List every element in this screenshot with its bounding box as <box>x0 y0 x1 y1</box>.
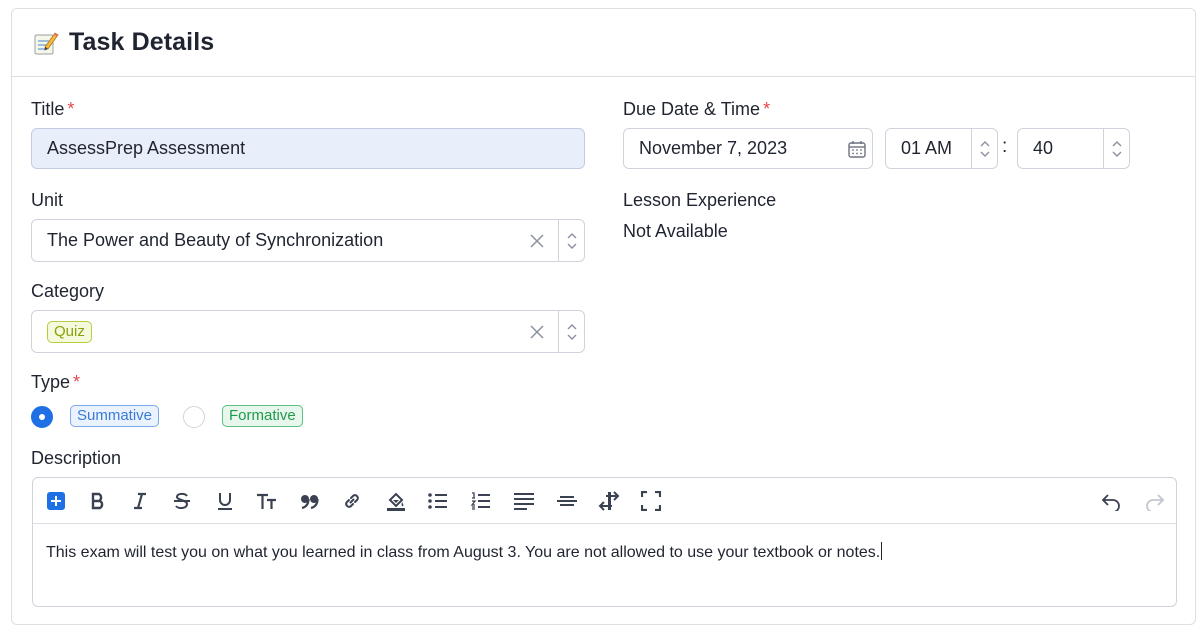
type-tag-summative[interactable]: Summative <box>70 405 160 427</box>
memo-icon <box>33 30 59 56</box>
time-separator: : <box>1002 136 1008 157</box>
insert-icon[interactable] <box>44 489 68 513</box>
fullscreen-icon[interactable] <box>639 489 663 513</box>
radio-summative[interactable] <box>31 406 53 428</box>
radio-formative[interactable] <box>183 406 205 428</box>
clear-unit-icon[interactable] <box>524 228 550 254</box>
hour-select[interactable]: 01 AM <box>885 128 998 169</box>
lesson-experience-label: Lesson Experience <box>623 190 777 210</box>
hour-value: 01 AM <box>901 138 953 158</box>
unit-value: The Power and Beauty of Synchronization <box>47 230 384 250</box>
text-size-icon[interactable] <box>255 489 279 513</box>
quote-icon[interactable] <box>298 489 322 513</box>
title-label: Title * <box>31 99 75 119</box>
description-label: Description <box>31 448 122 468</box>
card-header: Task Details <box>12 9 1195 77</box>
text-cursor <box>881 542 883 560</box>
chevron-up-icon <box>567 323 576 329</box>
due-date-label: Due Date & Time * <box>623 99 771 119</box>
clear-category-icon[interactable] <box>524 319 550 345</box>
due-date-input[interactable]: November 7, 2023 <box>623 128 873 169</box>
bullet-list-icon[interactable] <box>426 489 450 513</box>
required-mark: * <box>67 99 75 119</box>
editor-content[interactable]: This exam will test you on what you lear… <box>33 524 1176 580</box>
bold-icon[interactable] <box>86 489 110 513</box>
required-mark: * <box>763 99 771 119</box>
unit-stepper[interactable] <box>558 220 584 261</box>
chevron-down-icon <box>567 334 576 340</box>
type-label: Type * <box>31 372 81 392</box>
horizontal-rule-icon[interactable] <box>555 489 579 513</box>
minute-select[interactable]: 40 <box>1017 128 1130 169</box>
task-details-card: Task Details Title * AssessPrep Assessmen… <box>11 8 1196 625</box>
link-icon[interactable] <box>340 489 364 513</box>
strikethrough-icon[interactable] <box>170 489 194 513</box>
category-label: Category <box>31 281 105 301</box>
description-editor[interactable]: This exam will test you on what you lear… <box>32 477 1177 607</box>
unit-select[interactable]: The Power and Beauty of Synchronization <box>31 219 585 262</box>
category-tag-quiz: Quiz <box>47 320 92 343</box>
chevron-down-icon <box>1112 151 1121 157</box>
chevron-up-icon <box>980 140 989 146</box>
category-select[interactable]: Quiz <box>31 310 585 353</box>
undo-icon[interactable] <box>1099 489 1123 513</box>
direction-icon[interactable] <box>597 489 621 513</box>
calendar-icon[interactable] <box>847 139 867 159</box>
unit-label: Unit <box>31 190 64 210</box>
title-value: AssessPrep Assessment <box>47 138 246 158</box>
numbered-list-icon[interactable] <box>469 489 493 513</box>
chevron-down-icon <box>567 243 576 249</box>
editor-toolbar <box>33 478 1176 524</box>
italic-icon[interactable] <box>128 489 152 513</box>
chevron-up-icon <box>567 232 576 238</box>
align-icon[interactable] <box>512 489 536 513</box>
lesson-experience-value: Not Available <box>623 221 728 241</box>
redo-icon[interactable] <box>1143 489 1167 513</box>
chevron-up-icon <box>1112 140 1121 146</box>
due-date-value: November 7, 2023 <box>639 138 788 158</box>
title-input[interactable]: AssessPrep Assessment <box>31 128 585 169</box>
minute-stepper[interactable] <box>1103 129 1129 168</box>
minute-value: 40 <box>1033 138 1054 158</box>
category-stepper[interactable] <box>558 311 584 352</box>
hour-stepper[interactable] <box>971 129 997 168</box>
required-mark: * <box>73 372 81 392</box>
description-text: This exam will test you on what you lear… <box>46 544 881 561</box>
card-title: Task Details <box>69 28 215 56</box>
underline-icon[interactable] <box>213 489 237 513</box>
type-tag-formative[interactable]: Formative <box>222 405 303 427</box>
chevron-down-icon <box>980 151 989 157</box>
highlight-icon[interactable] <box>384 489 408 513</box>
